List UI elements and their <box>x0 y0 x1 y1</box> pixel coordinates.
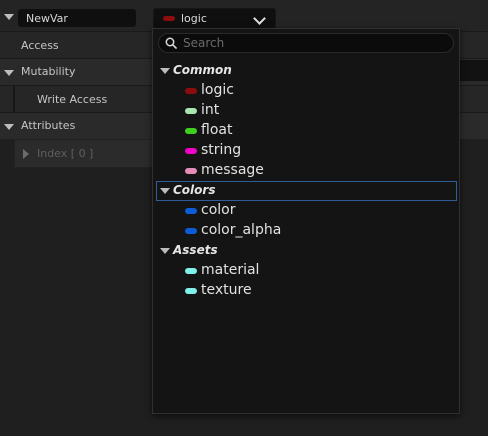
type-option-label: texture <box>201 282 252 298</box>
type-dropdown-label: logic <box>181 12 207 25</box>
type-color-pill <box>185 168 197 174</box>
type-option-color-alpha[interactable]: color_alpha <box>153 221 459 241</box>
collapse-arrow-icon[interactable] <box>160 248 170 254</box>
type-dropdown-button[interactable]: logic <box>153 8 276 29</box>
type-option-material[interactable]: material <box>153 261 459 281</box>
type-color-pill <box>185 288 197 294</box>
attribute-index-row[interactable]: Index [ 0 ] <box>14 139 157 168</box>
indent-rail <box>13 86 15 112</box>
type-option-label: int <box>201 102 220 118</box>
search-box[interactable] <box>158 33 454 53</box>
type-option-message[interactable]: message <box>153 161 459 181</box>
type-option-float[interactable]: float <box>153 121 459 141</box>
category-label: Assets <box>173 243 218 257</box>
expand-arrow-icon[interactable] <box>4 70 14 76</box>
category-label: Colors <box>173 183 216 197</box>
type-color-pill <box>185 128 197 134</box>
type-option-color[interactable]: color <box>153 201 459 221</box>
type-option-label: logic <box>201 82 234 98</box>
search-input[interactable] <box>183 35 443 51</box>
type-option-string[interactable]: string <box>153 141 459 161</box>
mutability-label: Mutability <box>21 65 76 78</box>
chevron-down-icon <box>253 12 266 25</box>
collapse-arrow-icon[interactable] <box>160 68 170 74</box>
collapse-arrow-icon[interactable] <box>160 188 170 194</box>
type-option-label: material <box>201 262 260 278</box>
type-option-texture[interactable]: texture <box>153 281 459 301</box>
category-common[interactable]: Common <box>153 61 459 81</box>
attributes-label: Attributes <box>21 119 76 132</box>
type-option-label: color <box>201 202 236 218</box>
expand-right-arrow-icon[interactable] <box>23 149 29 159</box>
index-label: Index [ 0 ] <box>37 147 94 160</box>
type-color-pill <box>185 108 197 114</box>
type-color-pill <box>163 16 175 21</box>
type-option-label: string <box>201 142 242 158</box>
type-dropdown-popup: Common logic int float string message Co… <box>152 28 460 414</box>
write-access-label: Write Access <box>37 93 108 106</box>
type-color-pill <box>185 88 197 94</box>
type-option-label: message <box>201 162 264 178</box>
access-label: Access <box>21 39 59 52</box>
search-icon <box>165 37 177 49</box>
category-colors[interactable]: Colors <box>156 181 457 201</box>
type-option-label: float <box>201 122 233 138</box>
type-option-int[interactable]: int <box>153 101 459 121</box>
collapse-arrow-icon[interactable] <box>4 14 14 20</box>
type-option-label: color_alpha <box>201 222 282 238</box>
type-color-pill <box>185 268 197 274</box>
expand-arrow-icon[interactable] <box>4 124 14 130</box>
type-option-logic[interactable]: logic <box>153 81 459 101</box>
type-color-pill <box>185 148 197 154</box>
category-assets[interactable]: Assets <box>153 241 459 261</box>
variable-name-field[interactable]: NewVar <box>18 9 136 27</box>
type-list: Common logic int float string message Co… <box>153 61 459 301</box>
type-color-pill <box>185 208 197 214</box>
type-color-pill <box>185 228 197 234</box>
category-label: Common <box>173 63 232 77</box>
